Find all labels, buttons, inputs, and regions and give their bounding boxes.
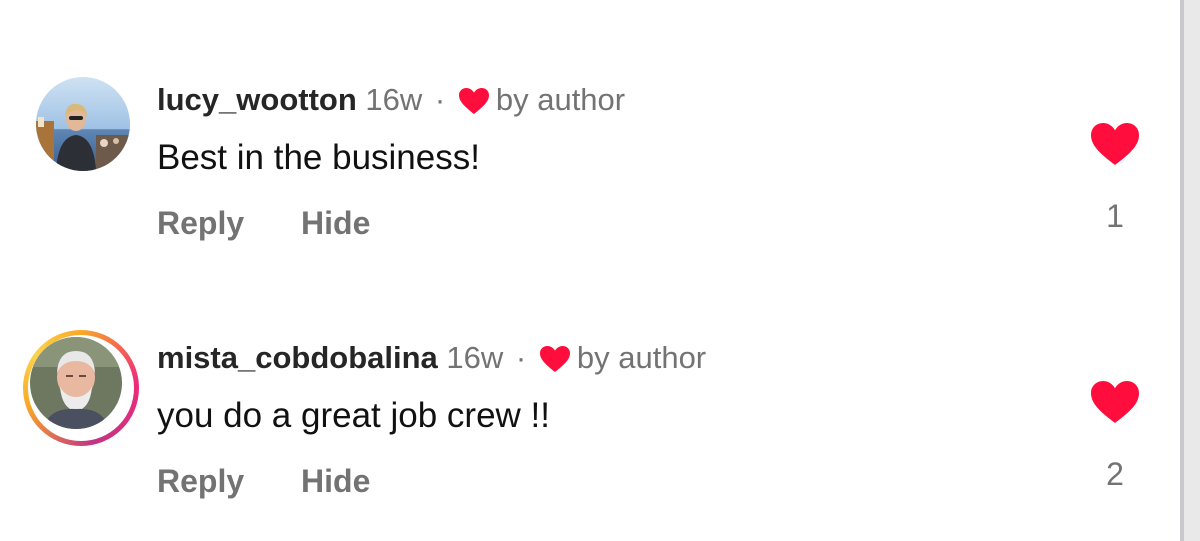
like-count: 1 [1106,198,1124,234]
scrollbar[interactable] [1180,0,1200,541]
comment-text: you do a great job crew !! [157,396,550,435]
comment-item: mista_cobdobalina 16w · by author you do… [0,258,1180,508]
comment-meta: mista_cobdobalina 16w · by author [157,338,706,378]
comment-text: Best in the business! [157,138,480,177]
comment-actions: Reply Hide [157,205,370,242]
avatar[interactable] [30,337,122,429]
heart-icon [539,346,570,372]
comment-time: 16w [365,82,423,117]
hide-button[interactable]: Hide [301,463,370,499]
username[interactable]: mista_cobdobalina [157,340,438,375]
comment-item: lucy_wootton 16w · by author Best in the… [0,0,1180,250]
separator-dot: · [434,82,446,117]
comment-time: 16w [446,340,504,375]
like-heart-icon[interactable] [1090,122,1140,166]
comment-meta: lucy_wootton 16w · by author [157,80,625,120]
separator-dot: · [515,340,527,375]
heart-icon [458,88,489,114]
story-ring[interactable] [23,330,139,446]
reply-button[interactable]: Reply [157,205,244,241]
avatar[interactable] [36,77,130,171]
like-heart-icon[interactable] [1090,380,1140,424]
liked-by-author-label: by author [495,82,626,117]
username[interactable]: lucy_wootton [157,82,357,117]
comments-page: lucy_wootton 16w · by author Best in the… [0,0,1200,541]
hide-button[interactable]: Hide [301,205,370,241]
like-count: 2 [1106,456,1124,492]
comment-actions: Reply Hide [157,463,370,500]
liked-by-author-label: by author [576,340,707,375]
reply-button[interactable]: Reply [157,463,244,499]
